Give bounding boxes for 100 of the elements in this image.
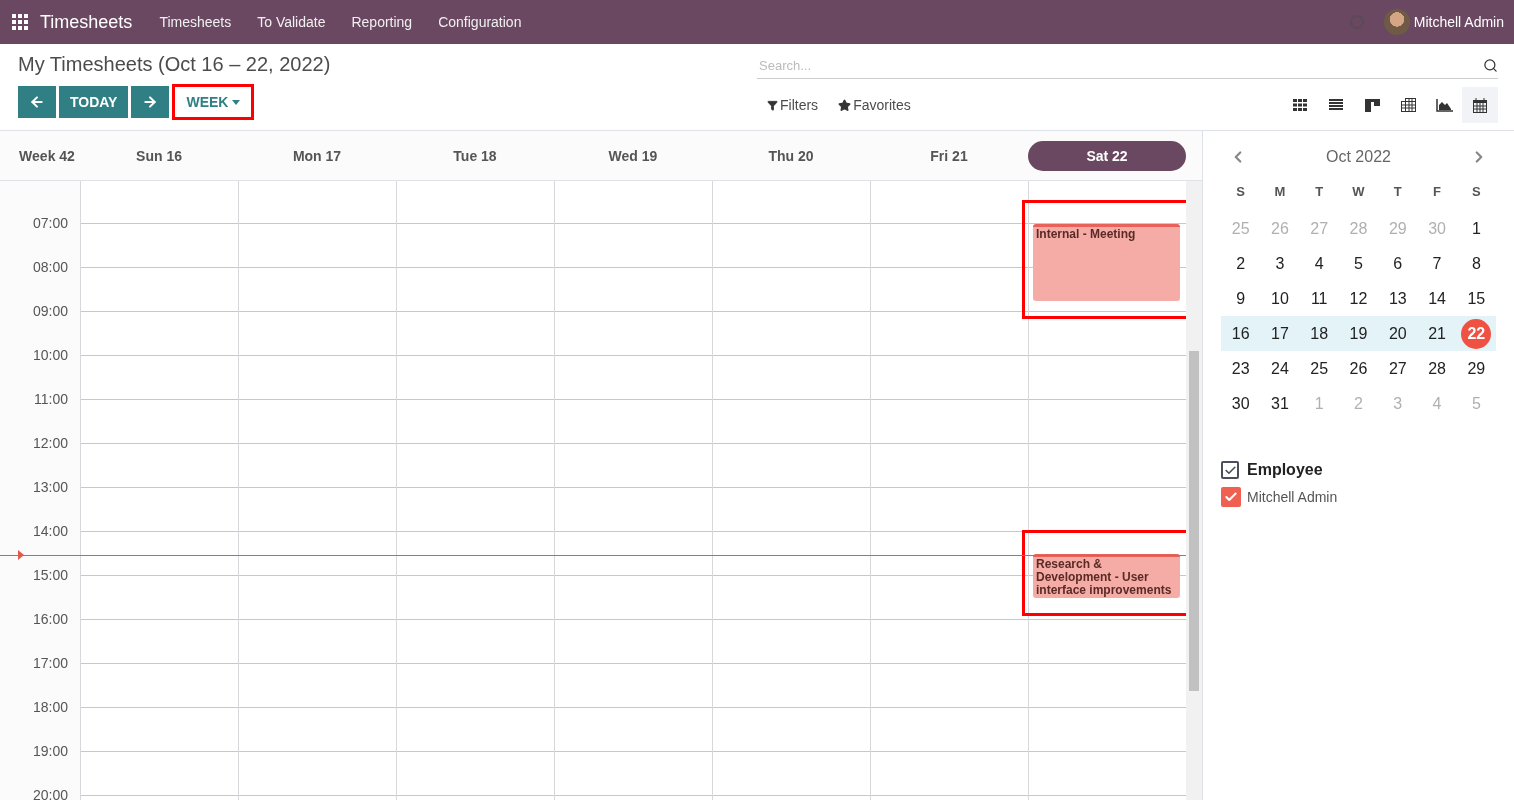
date-cell[interactable]: 14 <box>1422 283 1453 314</box>
date-cell[interactable]: 19 <box>1343 318 1374 349</box>
hour-label: 08:00 <box>31 258 69 277</box>
menu-item[interactable]: Configuration <box>425 14 535 30</box>
hour-label: 18:00 <box>31 698 69 717</box>
date-cell[interactable]: 7 <box>1422 248 1453 279</box>
weekday-label: T <box>1314 183 1325 201</box>
date-cell[interactable]: 18 <box>1304 318 1335 349</box>
week-row[interactable]: 9 10 11 12 13 14 15 <box>1221 281 1496 316</box>
weekday-label: F <box>1432 183 1443 201</box>
app-name[interactable]: Timesheets <box>40 11 133 33</box>
checkbox[interactable] <box>1221 461 1239 479</box>
user-name[interactable]: Mitchell Admin <box>1413 14 1504 30</box>
date-cell[interactable]: 13 <box>1382 283 1413 314</box>
date-cell[interactable]: 26 <box>1343 353 1374 384</box>
day-header[interactable]: Mon 17 <box>238 140 396 171</box>
table-view-icon <box>1400 98 1416 112</box>
next-button[interactable] <box>131 86 170 118</box>
menu-item[interactable]: To Validate <box>244 14 339 30</box>
date-cell[interactable]: 31 <box>1264 388 1295 419</box>
current-time-marker-icon <box>18 550 24 561</box>
date-cell[interactable]: 8 <box>1461 248 1492 279</box>
filter-icon <box>767 99 778 111</box>
date-cell[interactable]: 23 <box>1225 353 1256 384</box>
view-switch-button[interactable] <box>1462 87 1498 123</box>
previous-button[interactable] <box>18 86 56 118</box>
filter-label: Mitchell Admin <box>1247 489 1338 505</box>
date-cell[interactable]: 29 <box>1461 353 1492 384</box>
date-cell[interactable]: 27 <box>1382 353 1413 384</box>
date-cell[interactable]: 28 <box>1422 353 1453 384</box>
weekday-label: M <box>1273 183 1287 201</box>
weekday-label: S <box>1471 183 1482 201</box>
check-icon <box>1224 490 1238 504</box>
calendar-icon <box>1473 97 1487 113</box>
menu-item[interactable]: Timesheets <box>146 14 245 30</box>
hour-label: 13:00 <box>31 478 69 497</box>
week-row[interactable]: 30 31 1 2 3 4 5 <box>1221 386 1496 421</box>
day-header[interactable]: Sat 22 <box>1028 140 1186 171</box>
hour-label: 14:00 <box>31 522 69 541</box>
week-row[interactable]: 23 24 25 26 27 28 29 <box>1221 351 1496 386</box>
day-header[interactable]: Tue 18 <box>396 140 554 171</box>
date-cell[interactable]: 24 <box>1264 353 1295 384</box>
date-cell[interactable]: 11 <box>1304 283 1335 314</box>
weekday-label: S <box>1235 183 1246 201</box>
kanban-view-icon <box>1293 99 1307 111</box>
date-cell[interactable]: 30 <box>1225 388 1256 419</box>
hour-label: 17:00 <box>31 654 69 673</box>
menu-item[interactable]: Reporting <box>338 14 426 30</box>
scrollbar-thumb[interactable] <box>1189 351 1199 691</box>
week-number: Week 42 <box>18 147 76 164</box>
weekday-label: T <box>1392 183 1403 201</box>
day-header[interactable]: Fri 21 <box>870 140 1028 171</box>
date-cell[interactable]: 1 <box>1461 213 1492 244</box>
weekday-label: W <box>1351 183 1366 201</box>
area-chart-icon <box>1435 98 1453 112</box>
today-button[interactable]: TODAY <box>59 86 129 118</box>
calendar-event[interactable]: Research & Development - User interface improvements <box>1033 554 1180 598</box>
favorites-button[interactable]: Favorites <box>828 97 921 113</box>
star-icon <box>838 98 852 112</box>
hour-label: 20:00 <box>31 786 69 800</box>
hour-label: 16:00 <box>31 610 69 629</box>
date-cell[interactable]: 5 <box>1343 248 1374 279</box>
date-cell[interactable]: 25 <box>1304 353 1335 384</box>
hour-label: 19:00 <box>31 742 69 761</box>
week-row[interactable]: 2 3 4 5 6 7 8 <box>1221 246 1496 281</box>
user-avatar[interactable] <box>1383 9 1410 35</box>
date-cell[interactable]: 20 <box>1382 318 1413 349</box>
date-cell[interactable]: 3 <box>1264 248 1295 279</box>
hour-label: 09:00 <box>31 302 69 321</box>
date-cell[interactable]: 22 <box>1461 318 1492 349</box>
day-header[interactable]: Sun 16 <box>80 140 238 171</box>
search-icon[interactable] <box>1483 57 1498 73</box>
day-header[interactable]: Thu 20 <box>712 140 870 171</box>
date-cell[interactable]: 6 <box>1382 248 1413 279</box>
date-cell[interactable]: 4 <box>1304 248 1335 279</box>
page-title: My Timesheets (Oct 16 – 22, 2022) <box>18 53 332 76</box>
list-view-icon <box>1329 99 1343 111</box>
week-row[interactable]: 16 17 18 19 20 21 22 <box>1221 316 1496 351</box>
caret-icon <box>232 99 241 105</box>
date-cell[interactable]: 12 <box>1343 283 1374 314</box>
date-cell[interactable]: 10 <box>1264 283 1295 314</box>
apps-menu-icon[interactable] <box>12 14 28 30</box>
date-cell[interactable]: 16 <box>1225 318 1256 349</box>
month-title: Oct 2022 <box>1326 148 1391 166</box>
date-cell[interactable]: 9 <box>1225 283 1256 314</box>
hour-label: 10:00 <box>31 346 69 365</box>
date-cell[interactable]: 2 <box>1225 248 1256 279</box>
date-cell[interactable]: 17 <box>1264 318 1295 349</box>
date-cell[interactable]: 21 <box>1422 318 1453 349</box>
day-header[interactable]: Wed 19 <box>554 140 712 171</box>
week-row[interactable]: 25 26 27 28 29 30 1 <box>1221 211 1496 246</box>
filters-button[interactable]: Filters <box>757 97 829 113</box>
hour-label: 07:00 <box>31 214 69 233</box>
calendar-event[interactable]: Internal - Meeting <box>1033 224 1180 301</box>
hour-label: 15:00 <box>31 566 69 585</box>
hour-label: 11:00 <box>33 390 69 409</box>
filter-title: Employee <box>1247 461 1323 479</box>
gantt-view-icon <box>1364 98 1380 112</box>
date-cell[interactable]: 15 <box>1461 283 1492 314</box>
color-checkbox[interactable] <box>1221 487 1241 507</box>
